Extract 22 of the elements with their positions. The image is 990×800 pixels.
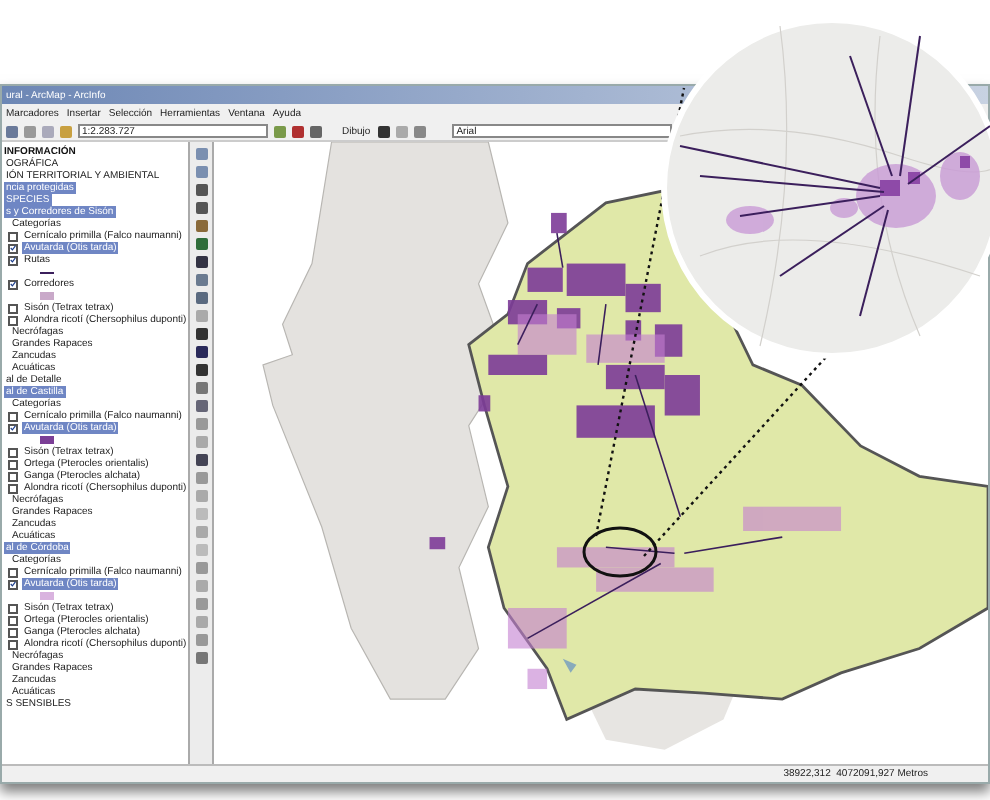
layer-checkbox[interactable]	[8, 483, 18, 493]
checkmark-icon	[10, 424, 16, 432]
layer-checkbox[interactable]	[8, 231, 18, 241]
layer-checkbox[interactable]	[8, 315, 18, 325]
checkmark-icon	[10, 580, 16, 588]
layer-checkbox[interactable]	[8, 447, 18, 457]
layer-checkbox[interactable]	[8, 471, 18, 481]
layer-checkbox[interactable]	[8, 579, 18, 589]
layer-checkbox[interactable]	[8, 459, 18, 469]
checkmark-icon	[10, 280, 16, 288]
layer-checkbox[interactable]	[8, 615, 18, 625]
layer-checkbox[interactable]	[8, 303, 18, 313]
layer-checkbox[interactable]	[8, 639, 18, 649]
highlight-ellipse	[580, 524, 660, 580]
layer-checkbox[interactable]	[8, 603, 18, 613]
layer-checkbox[interactable]	[8, 567, 18, 577]
layer-checkbox[interactable]	[8, 627, 18, 637]
layer-checkbox[interactable]	[8, 255, 18, 265]
layer-checkbox[interactable]	[8, 423, 18, 433]
layer-checkbox[interactable]	[8, 411, 18, 421]
layer-checkbox[interactable]	[8, 243, 18, 253]
layer-checkbox[interactable]	[8, 279, 18, 289]
